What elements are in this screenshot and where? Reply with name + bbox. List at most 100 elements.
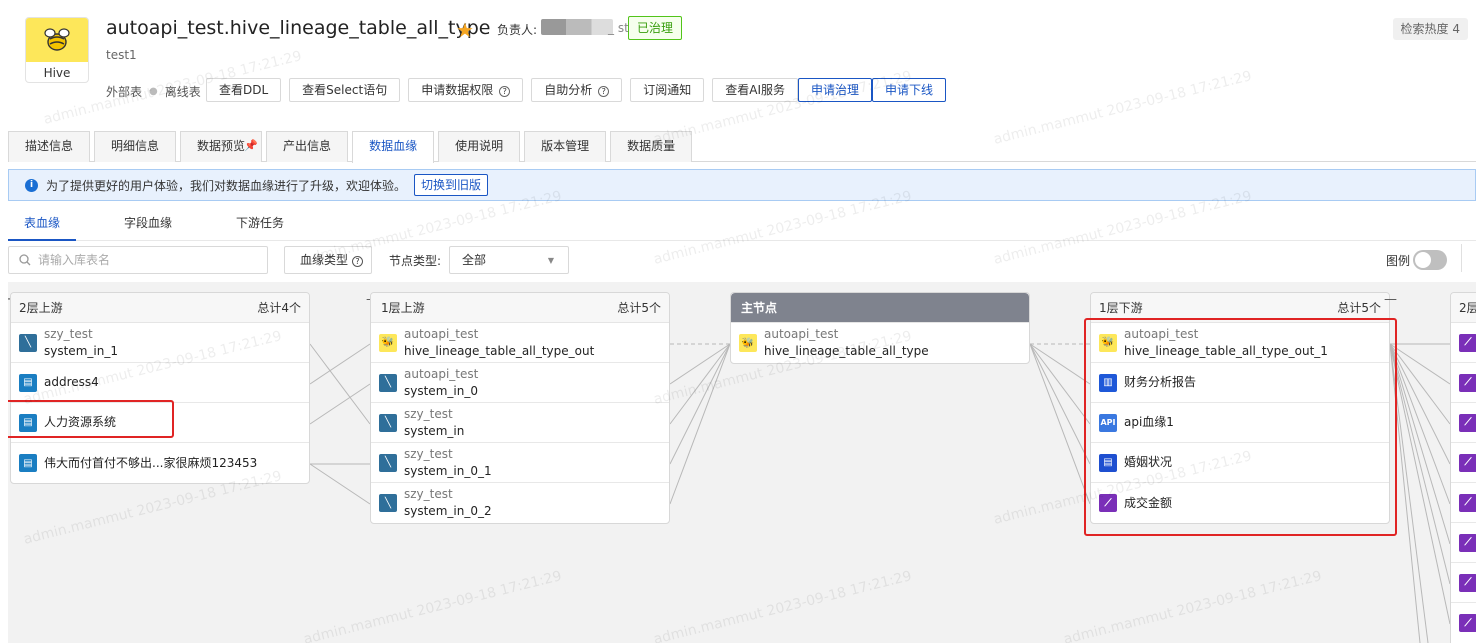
node-table: hive_lineage_table_all_type_out [404,343,595,358]
app-icon: ▤ [19,454,37,472]
governance-status-badge: 已治理 [628,16,683,40]
lineage-node[interactable]: ╲ szy_test system_in [371,403,669,443]
table-search-input[interactable] [38,253,238,267]
help-icon: ? [499,86,511,97]
main-node-title: 主节点 [741,301,778,315]
collapse-downstream-icon[interactable]: — [1384,292,1397,307]
table-kind: 外部表 [106,85,143,99]
lineage-node[interactable]: ⟋ [1451,323,1476,363]
apply-permission-button[interactable]: 申请数据权限? [408,78,524,102]
system-icon: ╲ [379,373,397,392]
view-select-button[interactable]: 查看Select语句 [289,78,401,102]
tab-detail[interactable]: 明细信息 [94,131,177,162]
node-db: szy_test [404,446,453,461]
active-subtab-indicator [8,239,76,241]
owner-masked-name [541,19,613,35]
lineage-node[interactable]: ⟋ [1451,523,1476,563]
lineage-node[interactable]: ⟋ [1451,483,1476,523]
layer-total: 总计4个 [257,301,301,315]
system-icon: ╲ [19,333,37,352]
table-description: test1 [106,48,137,62]
node-db: autoapi_test [404,366,479,381]
view-ddl-button[interactable]: 查看DDL [206,78,282,102]
system-icon: ╲ [379,413,397,432]
lineage-page: Hive autoapi_test.hive_lineage_table_all… [0,0,1476,643]
tab-description[interactable]: 描述信息 [8,131,91,162]
lineage-node[interactable]: ⟋ [1451,403,1476,443]
favorite-star-icon[interactable]: ★ [456,18,474,42]
apply-governance-button[interactable]: 申请治理 [798,78,873,102]
metric-icon: ⟋ [1459,533,1476,552]
lineage-type-button[interactable]: 血缘类型? [284,246,373,274]
lineage-node[interactable]: ╲ szy_test system_in_0_1 [371,443,669,483]
app-icon: ▤ [19,373,37,392]
self-analysis-label: 自助分析 [544,83,593,97]
search-icon [19,254,31,266]
node-table: system_in_0 [404,383,478,398]
lineage-node[interactable]: ⟋ [1451,563,1476,603]
notice-text: 为了提供更好的用户体验，我们对数据血缘进行了升级，欢迎体验。 [46,178,407,193]
upstream-layer-1-header: 1层上游 总计5个 [371,293,669,323]
tab-usage[interactable]: 使用说明 [438,131,521,162]
node-table: system_in_0_2 [404,504,492,518]
tab-output[interactable]: 产出信息 [266,131,349,162]
metric-icon: ⟋ [1459,333,1476,352]
lineage-node-main[interactable]: 🐝 autoapi_test hive_lineage_table_all_typ… [731,323,1029,363]
layer-total: 总计5个 [617,301,661,315]
self-analysis-button[interactable]: 自助分析? [531,78,623,102]
layer-title: 2层上游 [19,301,63,315]
hive-bee-icon [26,18,88,62]
legend-toggle[interactable] [1413,250,1447,270]
info-icon: i [25,178,38,192]
lineage-node[interactable]: ╲ autoapi_test system_in_0 [371,363,669,403]
highlight-box [8,400,174,438]
subtab-field-lineage[interactable]: 字段血缘 [124,214,172,231]
tab-lineage[interactable]: 数据血缘 [352,131,435,163]
lineage-node[interactable]: 🐝 autoapi_test hive_lineage_table_all_typ… [371,323,669,363]
hive-logo-label: Hive [43,66,71,80]
lineage-node[interactable]: ╲ szy_test system_in_1 [11,323,309,363]
node-db: szy_test [44,326,93,341]
node-type-value: 全部 [462,253,487,267]
lineage-node[interactable]: ▤ address4 [11,363,309,403]
node-table: system_in_0_1 [404,463,492,478]
downstream-layer-2-header: 2层下 [1451,293,1476,323]
switch-old-version-button[interactable]: 切换到旧版 [414,174,489,196]
system-icon: ╲ [379,494,397,512]
layer-title: 1层上游 [381,301,425,315]
owner-name-tail: _ st [608,21,629,35]
apply-offline-button[interactable]: 申请下线 [872,78,947,102]
tab-quality[interactable]: 数据质量 [610,131,693,162]
metric-icon: ⟋ [1459,614,1476,632]
lineage-canvas[interactable]: + 2层上游 总计4个 ╲ szy_testsystem_in_1 ▤ addr… [8,282,1476,643]
help-icon: ? [352,256,364,267]
tab-preview[interactable]: 数据预览 📌 [180,131,263,162]
table-mode: 离线表 [164,85,201,99]
node-type-select[interactable]: 全部 ▼ [449,246,569,274]
lineage-node[interactable]: ⟋ [1451,363,1476,403]
owner-label: 负责人: [497,23,538,37]
node-type-label: 节点类型: [389,254,442,268]
upstream-layer-2-header: 2层上游 总计4个 [11,293,309,323]
separator-dot: ● [149,86,158,97]
lineage-node[interactable]: ▤ 伟大而付首付不够出...家很麻烦123453 [11,443,309,483]
system-icon: ╲ [379,453,397,472]
upstream-layer-2: 2层上游 总计4个 ╲ szy_test system_in_1 ▤ addres… [10,292,310,484]
lineage-subtabs: 表血缘 字段血缘 下游任务 [8,204,1476,241]
subtab-table-lineage[interactable]: 表血缘 [24,214,60,231]
tab-preview-label: 数据预览 [197,139,246,153]
table-meta: 外部表 ● 离线表 [106,83,201,100]
lineage-node[interactable]: ⟋ [1451,443,1476,483]
metric-icon: ⟋ [1459,493,1476,512]
caret-down-icon: ▼ [547,256,554,265]
hive-logo: Hive [25,17,89,83]
view-ai-service-button[interactable]: 查看AI服务 [712,78,798,102]
metric-icon: ⟋ [1459,573,1476,592]
lineage-node[interactable]: ╲ szy_test system_in_0_2 [371,483,669,523]
tab-versions[interactable]: 版本管理 [524,131,607,162]
subscribe-button[interactable]: 订阅通知 [630,78,705,102]
pin-icon: 📌 [244,139,259,152]
lineage-node[interactable]: ⟋ [1451,603,1476,643]
subtab-downstream-tasks[interactable]: 下游任务 [236,214,284,231]
node-name: address4 [44,375,99,389]
